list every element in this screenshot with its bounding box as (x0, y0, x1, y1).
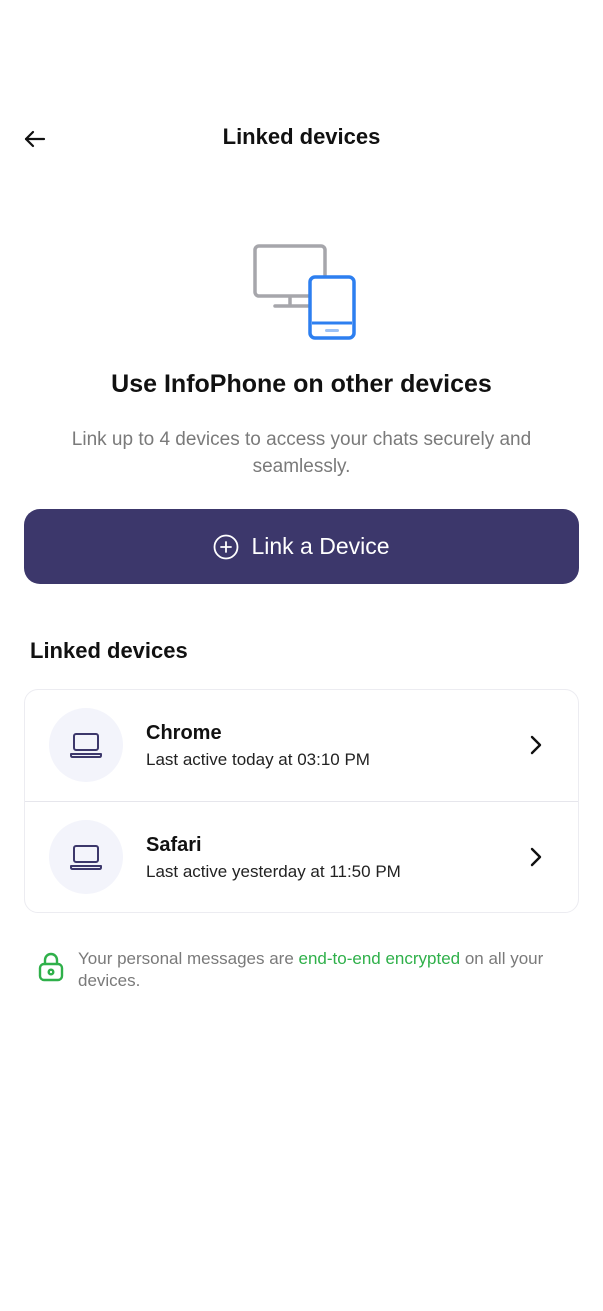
device-avatar (49, 820, 123, 894)
hero-title: Use InfoPhone on other devices (111, 370, 492, 398)
device-name: Chrome (146, 722, 222, 744)
chevron-right-icon (524, 733, 548, 757)
encryption-note: Your personal messages are end-to-end en… (36, 948, 556, 992)
encryption-text: Your personal messages are end-to-end en… (78, 948, 556, 992)
device-list: Chrome Last active today at 03:10 PM Saf… (24, 689, 579, 913)
plus-circle-icon (214, 534, 239, 559)
devices-icon (253, 244, 356, 340)
lock-icon (38, 952, 64, 982)
device-avatar (49, 708, 123, 782)
device-last-active: Last active yesterday at 11:50 PM (146, 862, 401, 881)
laptop-icon (70, 733, 102, 758)
hero-subtitle: Link up to 4 devices to access your chat… (71, 429, 532, 477)
chevron-right-icon (524, 845, 548, 869)
page-title: Linked devices (222, 124, 381, 149)
device-row-safari[interactable]: Safari Last active yesterday at 11:50 PM (25, 801, 578, 912)
encryption-text-before: Your personal messages are (78, 949, 299, 968)
link-device-button[interactable]: Link a Device (24, 509, 579, 584)
device-row-chrome[interactable]: Chrome Last active today at 03:10 PM (25, 690, 578, 801)
header: Linked devices (0, 110, 603, 168)
laptop-icon (70, 845, 102, 870)
device-name: Safari (146, 834, 202, 856)
section-title-linked-devices: Linked devices (30, 638, 188, 663)
link-device-label: Link a Device (251, 533, 390, 559)
device-last-active: Last active today at 03:10 PM (146, 750, 370, 769)
end-to-end-encrypted-link[interactable]: end-to-end encrypted (299, 949, 461, 968)
